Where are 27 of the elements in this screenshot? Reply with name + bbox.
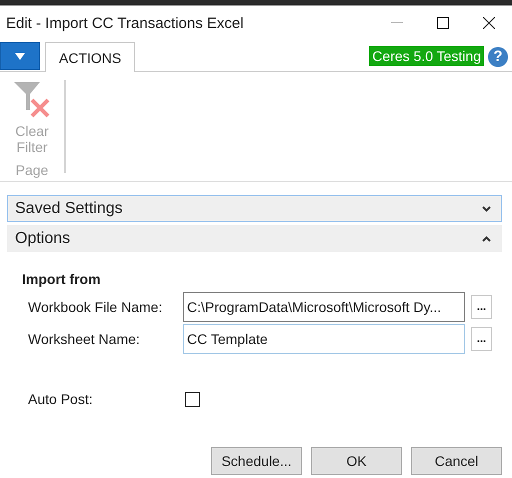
- caret-icon: [15, 52, 25, 60]
- window-title: Edit - Import CC Transactions Excel: [6, 14, 245, 32]
- field-label: Worksheet Name:: [28, 331, 141, 347]
- field-label: Auto Post:: [28, 391, 94, 407]
- expand-icon[interactable]: [482, 206, 491, 212]
- section-title: Saved Settings: [15, 200, 123, 218]
- group-title: Import from: [22, 271, 102, 287]
- environment-badge: Ceres 5.0 Testing: [369, 46, 484, 66]
- group-label: Page: [16, 162, 48, 178]
- schedule-button[interactable]: Schedule...: [211, 447, 302, 475]
- help-button[interactable]: ?: [488, 47, 508, 67]
- ok-button[interactable]: OK: [311, 447, 402, 475]
- section-header[interactable]: Options: [7, 225, 502, 252]
- section-header[interactable]: Saved Settings: [7, 195, 502, 222]
- cancel-button[interactable]: Cancel: [411, 447, 502, 475]
- collapse-icon[interactable]: [482, 236, 491, 242]
- close-icon[interactable]: [483, 17, 495, 29]
- checkbox[interactable]: [185, 392, 200, 406]
- input-field[interactable]: C:\ProgramData\Microsoft\Microsoft Dy...: [183, 292, 465, 322]
- ribbon-tab[interactable]: ACTIONS: [45, 42, 136, 72]
- lookup-button[interactable]: ...: [471, 295, 492, 319]
- section-title: Options: [15, 230, 70, 248]
- maximize-icon[interactable]: [437, 17, 449, 29]
- field-label: Workbook File Name:: [28, 299, 164, 315]
- lookup-button[interactable]: ...: [471, 327, 492, 351]
- input-field[interactable]: CC Template: [183, 324, 465, 354]
- menu-dropdown-button[interactable]: [0, 42, 40, 70]
